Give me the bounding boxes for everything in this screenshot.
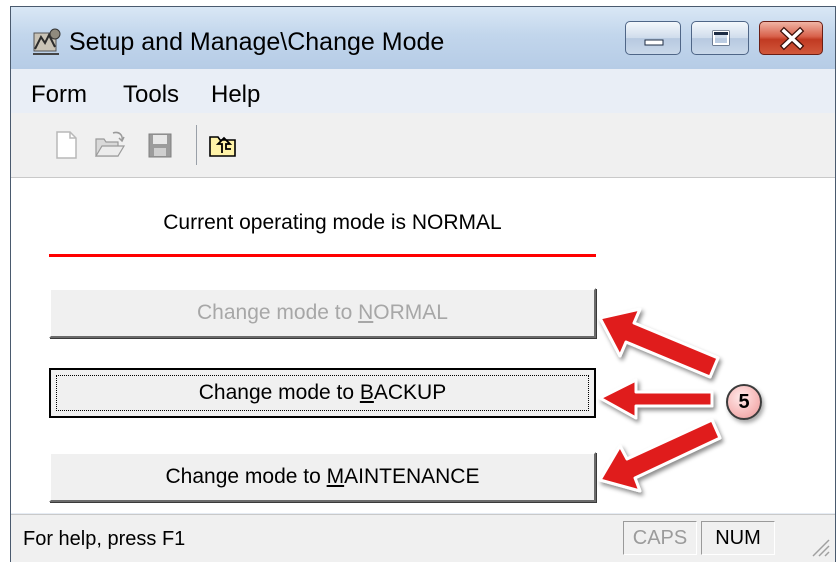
button-label-prefix: Change mode to: [165, 465, 327, 488]
button-label-rest: ACKUP: [373, 381, 447, 404]
change-mode-normal-button[interactable]: Change mode to NORMAL: [49, 288, 596, 338]
maximize-button[interactable]: [691, 21, 749, 55]
toolbar: [11, 113, 835, 178]
menu-tools[interactable]: Tools: [123, 81, 179, 109]
button-label-prefix: Change mode to: [197, 301, 359, 324]
separator-line: [49, 254, 596, 257]
menu-form[interactable]: Form: [31, 81, 87, 109]
mnemonic-letter: N: [358, 301, 374, 324]
minimize-icon: [644, 39, 664, 46]
callout-number-badge: 5: [726, 384, 762, 420]
button-label-rest: AINTENANCE: [344, 465, 480, 488]
menu-bar: Form Tools Help: [11, 69, 835, 113]
new-document-icon[interactable]: [51, 129, 81, 161]
menu-help[interactable]: Help: [211, 81, 260, 109]
save-icon[interactable]: [145, 129, 175, 161]
close-icon: [779, 26, 805, 51]
button-label-prefix: Change mode to: [198, 381, 360, 404]
change-mode-window: Setup and Manage\Change Mode Form Tools …: [10, 6, 836, 562]
status-bar: For help, press F1 CAPS NUM: [11, 514, 835, 562]
toolbar-separator: [196, 125, 197, 165]
num-lock-indicator: NUM: [701, 521, 775, 555]
app-icon[interactable]: [31, 27, 63, 57]
caps-lock-indicator: CAPS: [623, 521, 697, 555]
maximize-icon: [712, 30, 730, 46]
close-button[interactable]: [759, 21, 823, 55]
resize-grip-icon[interactable]: [809, 536, 831, 558]
button-label-rest: ORMAL: [373, 301, 448, 324]
status-help-text: For help, press F1: [23, 528, 186, 550]
folder-up-icon[interactable]: [207, 129, 237, 161]
window-title: Setup and Manage\Change Mode: [69, 28, 445, 56]
mnemonic-letter: M: [326, 465, 345, 488]
change-mode-backup-button[interactable]: Change mode to BACKUP: [49, 368, 596, 418]
current-mode-label: Current operating mode is NORMAL: [163, 211, 502, 234]
title-bar[interactable]: Setup and Manage\Change Mode: [11, 7, 835, 69]
minimize-button[interactable]: [625, 21, 681, 55]
open-folder-icon[interactable]: [93, 129, 126, 161]
change-mode-maintenance-button[interactable]: Change mode to MAINTENANCE: [49, 452, 596, 502]
main-panel: Current operating mode is NORMAL Change …: [11, 178, 835, 513]
